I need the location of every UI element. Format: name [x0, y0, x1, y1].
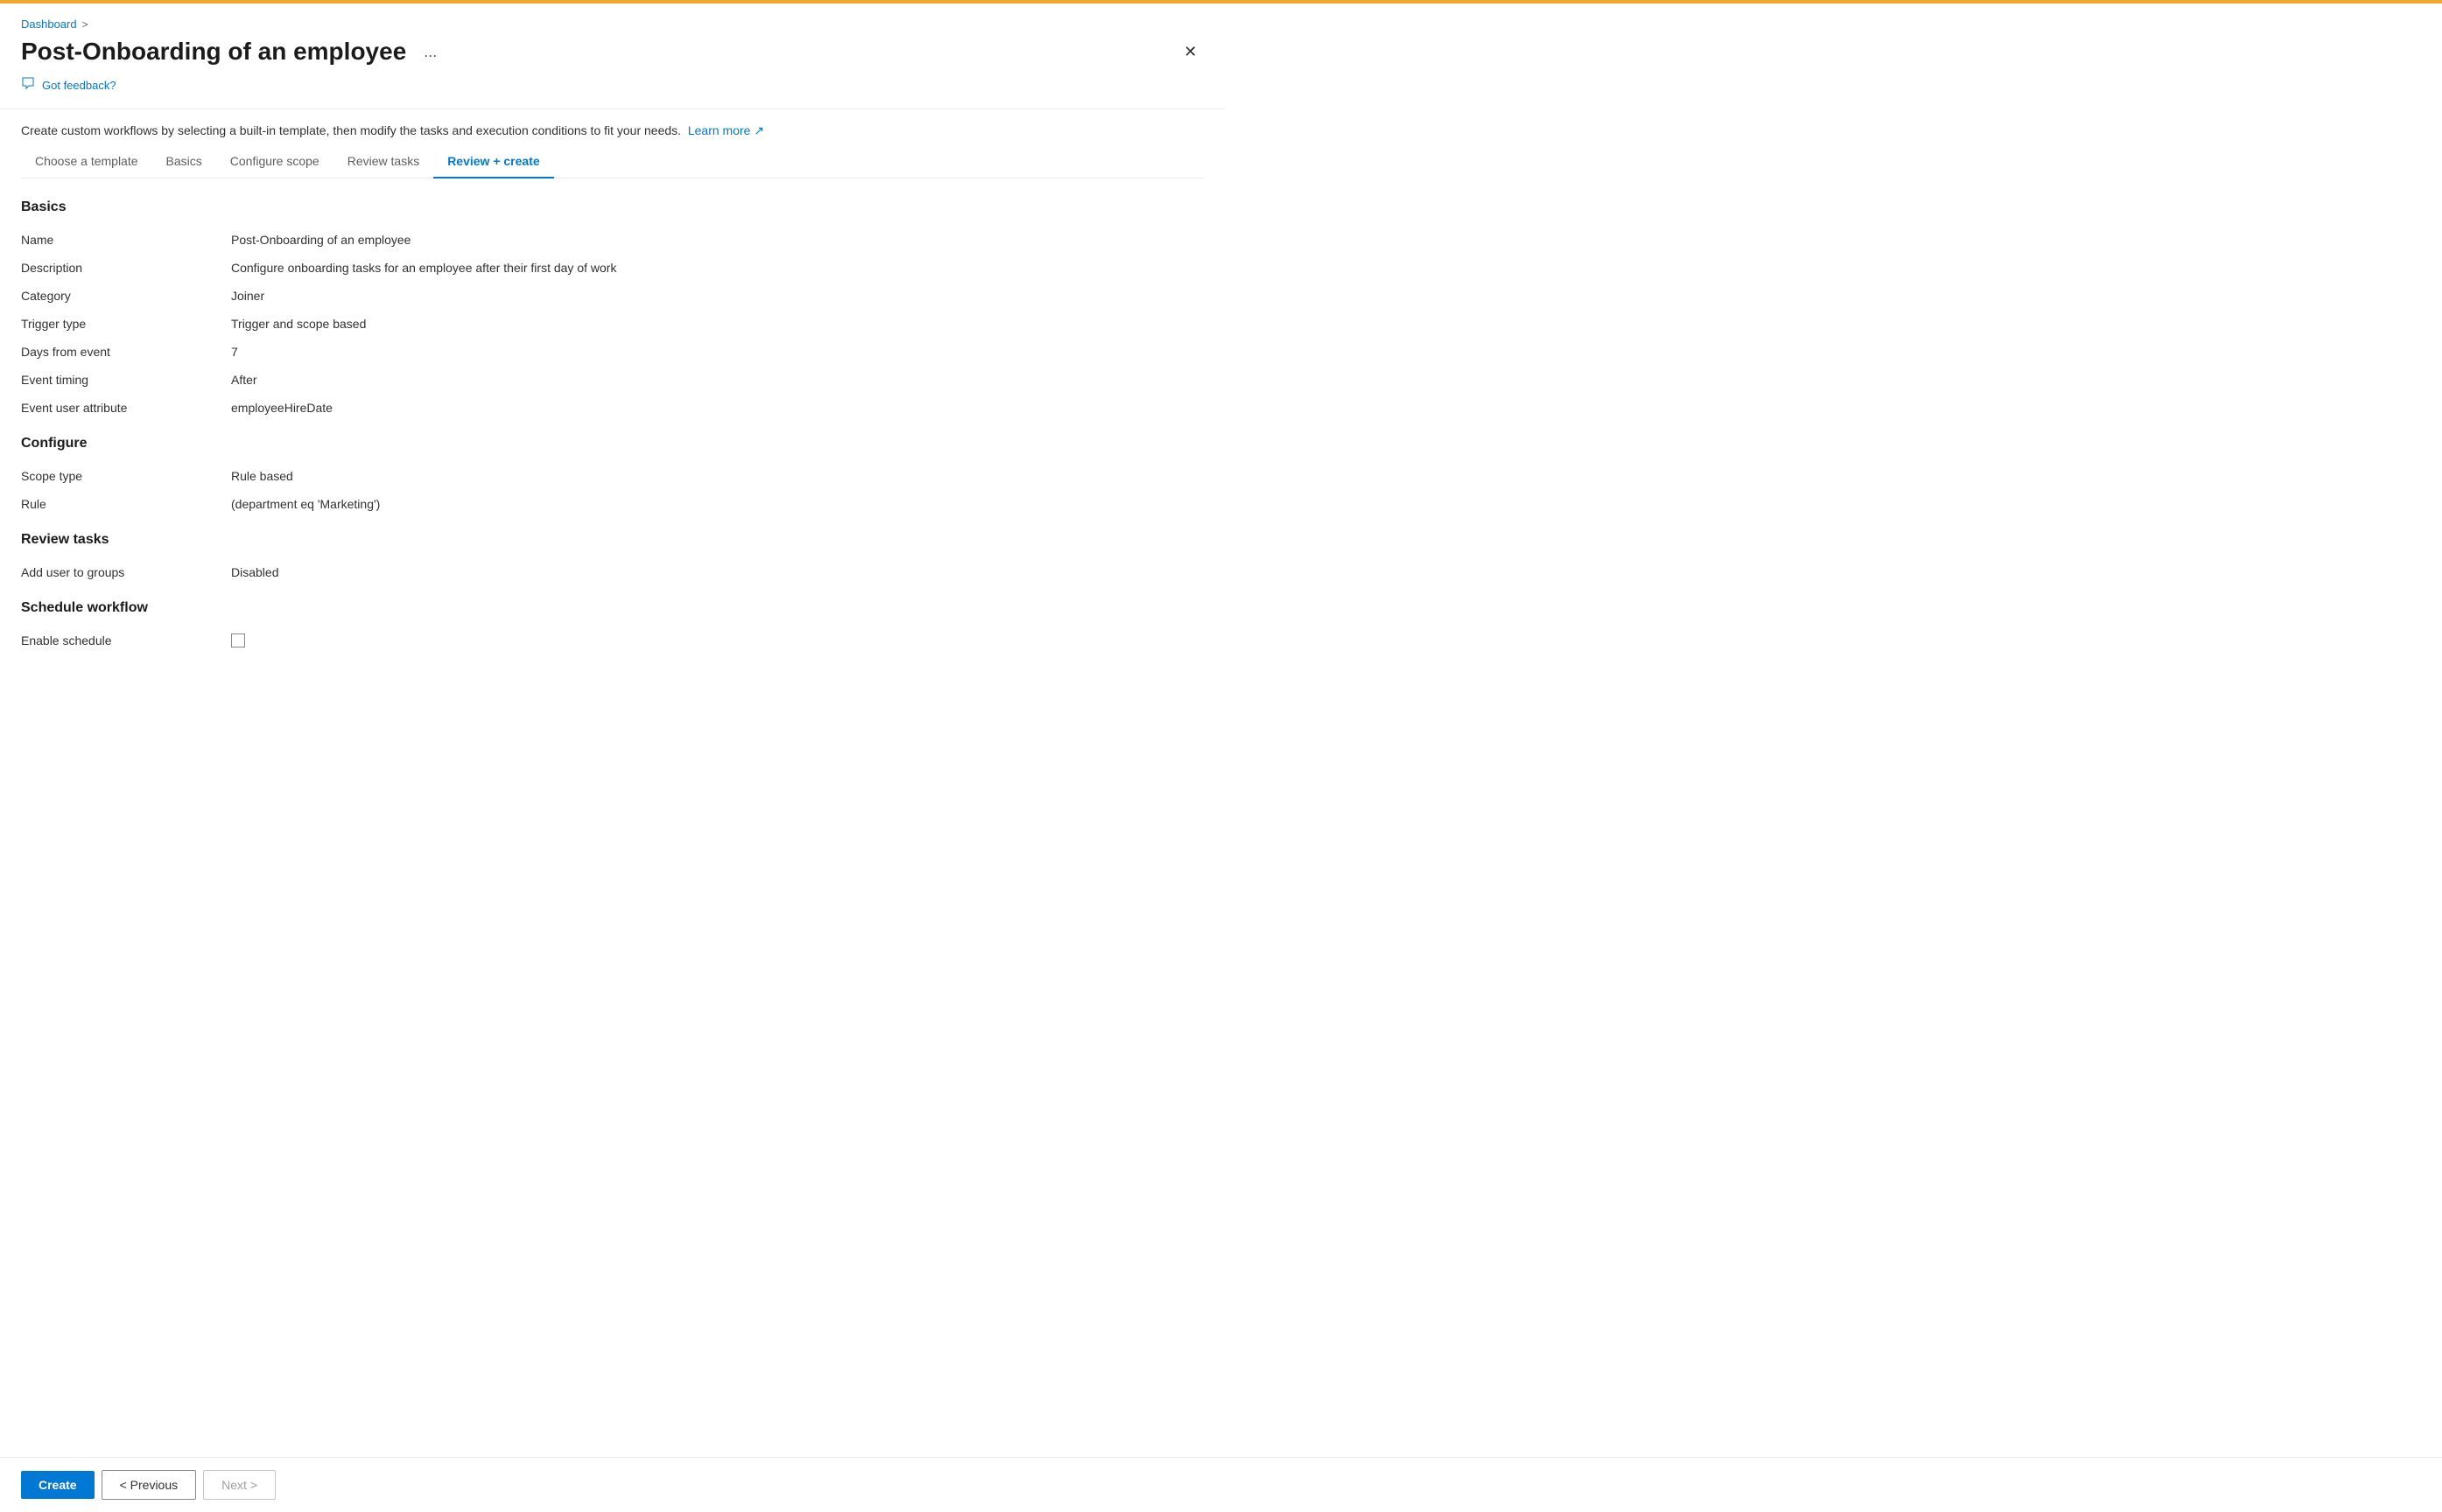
tab-configure-scope[interactable]: Configure scope — [216, 145, 333, 178]
field-scope-type-value: Rule based — [231, 469, 1204, 483]
breadcrumb: Dashboard > — [21, 18, 1204, 31]
field-event-user-attribute-label: Event user attribute — [21, 401, 231, 415]
basics-section-title: Basics — [21, 200, 1204, 215]
previous-button[interactable]: < Previous — [102, 1470, 197, 1500]
field-days-from-event: Days from event 7 — [21, 338, 1204, 366]
close-button[interactable]: ✕ — [1176, 38, 1204, 66]
field-description: Description Configure onboarding tasks f… — [21, 254, 1204, 282]
feedback-icon — [21, 76, 35, 94]
content-area: Basics Name Post-Onboarding of an employ… — [21, 200, 1204, 724]
field-event-timing: Event timing After — [21, 366, 1204, 394]
configure-section-title: Configure — [21, 436, 1204, 452]
more-options-button[interactable]: ... — [417, 39, 444, 65]
field-enable-schedule-label: Enable schedule — [21, 634, 231, 648]
field-event-user-attribute-value: employeeHireDate — [231, 401, 1204, 415]
field-trigger-type-value: Trigger and scope based — [231, 317, 1204, 331]
field-scope-type: Scope type Rule based — [21, 462, 1204, 490]
review-tasks-section-title: Review tasks — [21, 532, 1204, 548]
field-description-value: Configure onboarding tasks for an employ… — [231, 261, 1204, 275]
description-text: Create custom workflows by selecting a b… — [21, 123, 681, 137]
field-rule-value: (department eq 'Marketing') — [231, 497, 1204, 511]
field-category-label: Category — [21, 289, 231, 303]
field-category-value: Joiner — [231, 289, 1204, 303]
footer: Create < Previous Next > — [0, 1457, 2442, 1512]
tab-choose-template[interactable]: Choose a template — [21, 145, 152, 178]
field-rule: Rule (department eq 'Marketing') — [21, 490, 1204, 518]
next-button: Next > — [203, 1470, 276, 1500]
tab-basics[interactable]: Basics — [152, 145, 216, 178]
feedback-label: Got feedback? — [42, 79, 116, 92]
field-name: Name Post-Onboarding of an employee — [21, 226, 1204, 254]
field-rule-label: Rule — [21, 497, 231, 511]
page-title: Post-Onboarding of an employee — [21, 38, 406, 66]
tab-review-create[interactable]: Review + create — [433, 145, 553, 178]
field-event-user-attribute: Event user attribute employeeHireDate — [21, 394, 1204, 422]
field-days-from-event-value: 7 — [231, 345, 1204, 359]
field-add-user-to-groups-label: Add user to groups — [21, 565, 231, 579]
field-trigger-type: Trigger type Trigger and scope based — [21, 310, 1204, 338]
create-button[interactable]: Create — [21, 1471, 95, 1499]
tab-review-tasks[interactable]: Review tasks — [333, 145, 433, 178]
feedback-row[interactable]: Got feedback? — [21, 76, 1204, 94]
learn-more-link[interactable]: Learn more ↗ — [688, 123, 764, 137]
field-trigger-type-label: Trigger type — [21, 317, 231, 331]
field-event-timing-value: After — [231, 373, 1204, 387]
field-name-value: Post-Onboarding of an employee — [231, 233, 1204, 247]
tabs-row: Choose a template Basics Configure scope… — [21, 145, 1204, 178]
description-row: Create custom workflows by selecting a b… — [21, 109, 1204, 145]
schedule-workflow-section-title: Schedule workflow — [21, 600, 1204, 616]
field-days-from-event-label: Days from event — [21, 345, 231, 359]
breadcrumb-dashboard-link[interactable]: Dashboard — [21, 18, 77, 31]
field-scope-type-label: Scope type — [21, 469, 231, 483]
field-add-user-to-groups-value: Disabled — [231, 565, 1204, 579]
external-link-icon: ↗ — [754, 123, 764, 137]
field-add-user-to-groups: Add user to groups Disabled — [21, 558, 1204, 586]
breadcrumb-separator: > — [82, 18, 88, 31]
page-title-row: Post-Onboarding of an employee ... — [21, 38, 444, 66]
enable-schedule-checkbox[interactable] — [231, 634, 245, 648]
enable-schedule-checkbox-container — [231, 634, 1204, 648]
field-category: Category Joiner — [21, 282, 1204, 310]
page-header: Post-Onboarding of an employee ... ✕ — [21, 38, 1204, 66]
field-event-timing-label: Event timing — [21, 373, 231, 387]
field-name-label: Name — [21, 233, 231, 247]
field-enable-schedule: Enable schedule — [21, 626, 1204, 654]
field-description-label: Description — [21, 261, 231, 275]
